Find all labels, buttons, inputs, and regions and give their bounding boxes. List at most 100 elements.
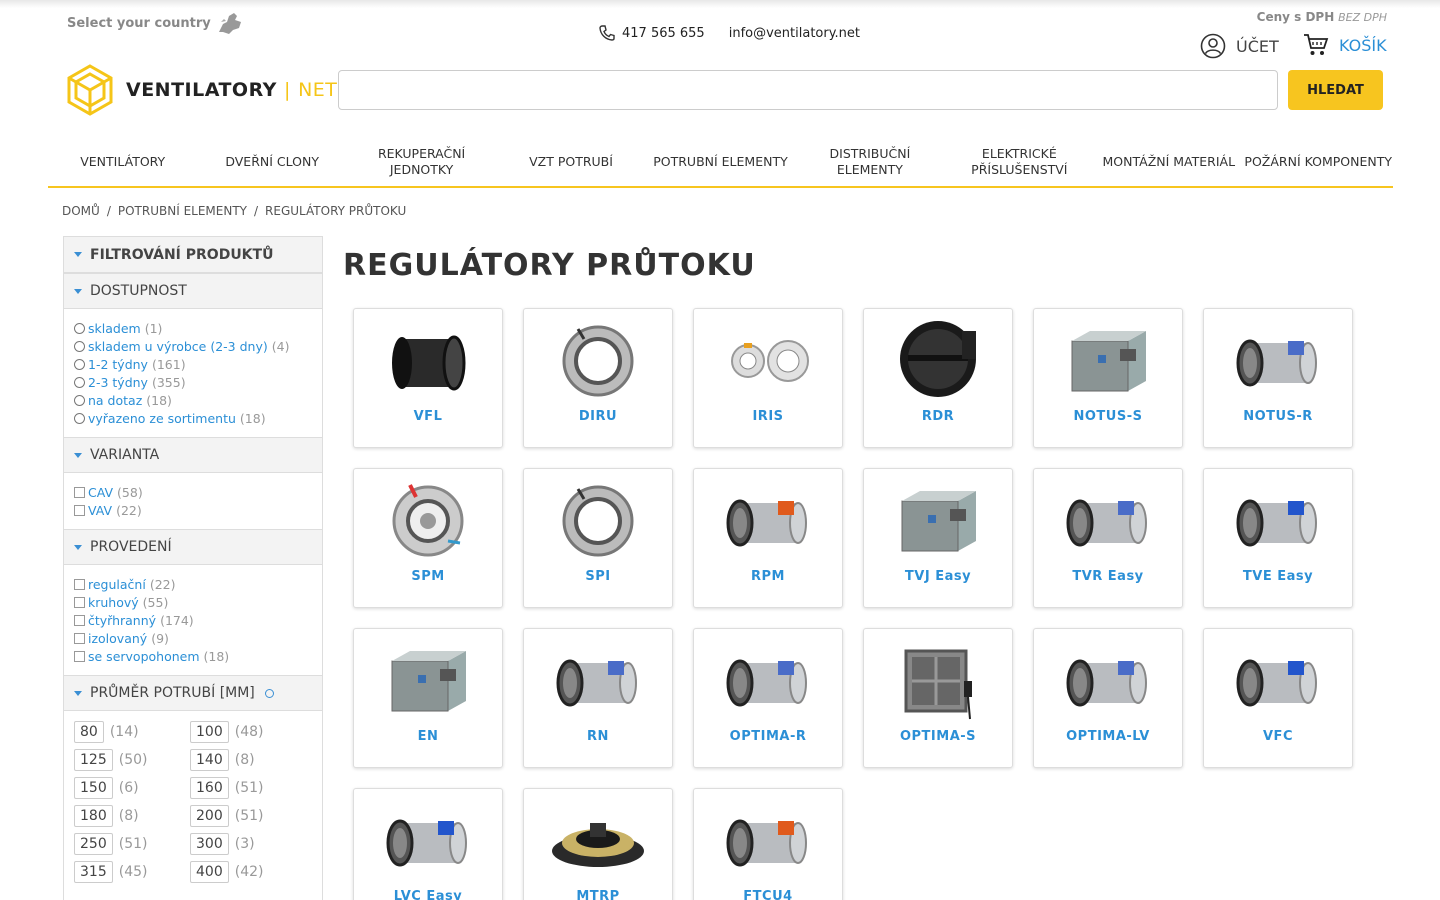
checkbox[interactable] bbox=[74, 650, 85, 662]
diameter-option[interactable]: 300 (3) bbox=[190, 833, 306, 855]
account-link[interactable]: ÚČET bbox=[1200, 33, 1279, 59]
design-option[interactable]: regulační (22) bbox=[74, 575, 322, 593]
diameter-value[interactable]: 140 bbox=[190, 749, 229, 771]
availability-option[interactable]: na dotaz (18) bbox=[74, 391, 322, 409]
diameter-option[interactable]: 250 (51) bbox=[74, 833, 190, 855]
search-input[interactable] bbox=[338, 70, 1278, 110]
nav-item-8[interactable]: POŽÁRNÍ KOMPONENTY bbox=[1244, 138, 1393, 186]
breadcrumb-item[interactable]: DOMŮ bbox=[62, 204, 100, 218]
availability-option[interactable]: skladem u výrobce (2-3 dny) (4) bbox=[74, 337, 322, 355]
nav-item-5[interactable]: DISTRIBUČNÍ ELEMENTY bbox=[795, 138, 944, 186]
diameter-value[interactable]: 180 bbox=[74, 805, 113, 827]
search-button[interactable]: HLEDAT bbox=[1288, 70, 1383, 110]
checkbox[interactable] bbox=[74, 486, 85, 498]
diameter-value[interactable]: 400 bbox=[190, 861, 229, 883]
phone-link[interactable]: 417 565 655 bbox=[598, 24, 705, 42]
availability-option[interactable]: vyřazeno ze sortimentu (18) bbox=[74, 409, 322, 427]
diameter-value[interactable]: 200 bbox=[190, 805, 229, 827]
design-option[interactable]: čtyřhranný (174) bbox=[74, 611, 322, 629]
cart-link[interactable]: KOŠÍK bbox=[1303, 33, 1387, 57]
design-option[interactable]: se servopohonem (18) bbox=[74, 647, 322, 665]
design-header[interactable]: PROVEDENÍ bbox=[64, 529, 322, 565]
product-card[interactable]: FTCU4 bbox=[693, 788, 843, 900]
diameter-value[interactable]: 150 bbox=[74, 777, 113, 799]
radio-button[interactable] bbox=[74, 412, 85, 424]
nav-item-1[interactable]: DVEŘNÍ CLONY bbox=[197, 138, 346, 186]
product-card[interactable]: OPTIMA-R bbox=[693, 628, 843, 768]
diameter-option[interactable]: 100 (48) bbox=[190, 721, 306, 743]
email-link[interactable]: info@ventilatory.net bbox=[729, 26, 860, 41]
radio-button[interactable] bbox=[74, 376, 85, 388]
product-card[interactable]: RPM bbox=[693, 468, 843, 608]
checkbox[interactable] bbox=[74, 578, 85, 590]
checkbox[interactable] bbox=[74, 596, 85, 608]
nav-item-3[interactable]: VZT POTRUBÍ bbox=[496, 138, 645, 186]
product-card[interactable]: OPTIMA-LV bbox=[1033, 628, 1183, 768]
product-card[interactable]: DIRU bbox=[523, 308, 673, 448]
product-card[interactable]: OPTIMA-S bbox=[863, 628, 1013, 768]
radio-button[interactable] bbox=[74, 322, 85, 334]
product-card[interactable]: NOTUS-S bbox=[1033, 308, 1183, 448]
design-option[interactable]: kruhový (55) bbox=[74, 593, 322, 611]
diameter-option[interactable]: 125 (50) bbox=[74, 749, 190, 771]
product-card[interactable]: IRIS bbox=[693, 308, 843, 448]
availability-option[interactable]: 1-2 týdny (161) bbox=[74, 355, 322, 373]
product-card[interactable]: RN bbox=[523, 628, 673, 768]
product-card[interactable]: TVE Easy bbox=[1203, 468, 1353, 608]
diameter-option[interactable]: 315 (45) bbox=[74, 861, 190, 883]
availability-option[interactable]: 2-3 týdny (355) bbox=[74, 373, 322, 391]
design-option[interactable]: izolovaný (9) bbox=[74, 629, 322, 647]
diameter-option[interactable]: 160 (51) bbox=[190, 777, 306, 799]
checkbox[interactable] bbox=[74, 504, 85, 516]
radio-button[interactable] bbox=[74, 394, 85, 406]
diameter-option[interactable]: 150 (6) bbox=[74, 777, 190, 799]
diameter-option[interactable]: 200 (51) bbox=[190, 805, 306, 827]
diameter-option[interactable]: 80 (14) bbox=[74, 721, 190, 743]
country-selector[interactable]: Select your country bbox=[67, 10, 245, 36]
nav-item-0[interactable]: VENTILÁTORY bbox=[48, 138, 197, 186]
diameter-option[interactable]: 180 (8) bbox=[74, 805, 190, 827]
diameter-header[interactable]: PRŮMĚR POTRUBÍ [MM] bbox=[64, 675, 322, 711]
product-card[interactable]: LVC Easy bbox=[353, 788, 503, 900]
product-card[interactable]: TVR Easy bbox=[1033, 468, 1183, 608]
product-card[interactable]: NOTUS-R bbox=[1203, 308, 1353, 448]
diameter-value[interactable]: 300 bbox=[190, 833, 229, 855]
diameter-option[interactable]: 140 (8) bbox=[190, 749, 306, 771]
diameter-value[interactable]: 160 bbox=[190, 777, 229, 799]
variant-option[interactable]: VAV (22) bbox=[74, 501, 322, 519]
diameter-value[interactable]: 315 bbox=[74, 861, 113, 883]
product-card[interactable]: EN bbox=[353, 628, 503, 768]
diameter-value[interactable]: 100 bbox=[190, 721, 229, 743]
diameter-value[interactable]: 125 bbox=[74, 749, 113, 771]
variant-header[interactable]: VARIANTA bbox=[64, 437, 322, 473]
radio-button[interactable] bbox=[74, 358, 85, 370]
nav-item-7[interactable]: MONTÁŽNÍ MATERIÁL bbox=[1094, 138, 1243, 186]
product-card[interactable]: VFC bbox=[1203, 628, 1353, 768]
breadcrumb-item[interactable]: POTRUBNÍ ELEMENTY bbox=[118, 204, 247, 218]
diameter-option[interactable]: 400 (42) bbox=[190, 861, 306, 883]
availability-option[interactable]: skladem (1) bbox=[74, 319, 322, 337]
product-card[interactable]: VFL bbox=[353, 308, 503, 448]
nav-item-4[interactable]: POTRUBNÍ ELEMENTY bbox=[646, 138, 795, 186]
price-without-vat[interactable]: BEZ DPH bbox=[1338, 11, 1387, 24]
checkbox[interactable] bbox=[74, 632, 85, 644]
product-card[interactable]: RDR bbox=[863, 308, 1013, 448]
nav-item-6[interactable]: ELEKTRICKÉ PŘÍSLUŠENSTVÍ bbox=[945, 138, 1094, 186]
price-with-vat[interactable]: Ceny s DPH bbox=[1257, 10, 1335, 24]
diameter-value[interactable]: 250 bbox=[74, 833, 113, 855]
product-card[interactable]: SPM bbox=[353, 468, 503, 608]
site-logo[interactable]: VENTILATORY | NET bbox=[62, 62, 337, 118]
price-toggle[interactable]: Ceny s DPH BEZ DPH bbox=[1257, 10, 1387, 24]
product-card[interactable]: SPI bbox=[523, 468, 673, 608]
product-card[interactable]: MTRP bbox=[523, 788, 673, 900]
radio-button[interactable] bbox=[74, 340, 85, 352]
info-icon[interactable] bbox=[264, 688, 274, 698]
nav-item-2[interactable]: REKUPERAČNÍ JEDNOTKY bbox=[347, 138, 496, 186]
breadcrumb-item[interactable]: REGULÁTORY PRŮTOKU bbox=[265, 204, 406, 218]
filter-header[interactable]: FILTROVÁNÍ PRODUKTŮ bbox=[64, 237, 322, 273]
variant-option[interactable]: CAV (58) bbox=[74, 483, 322, 501]
diameter-value[interactable]: 80 bbox=[74, 721, 104, 743]
product-card[interactable]: TVJ Easy bbox=[863, 468, 1013, 608]
checkbox[interactable] bbox=[74, 614, 85, 626]
availability-header[interactable]: DOSTUPNOST bbox=[64, 273, 322, 309]
